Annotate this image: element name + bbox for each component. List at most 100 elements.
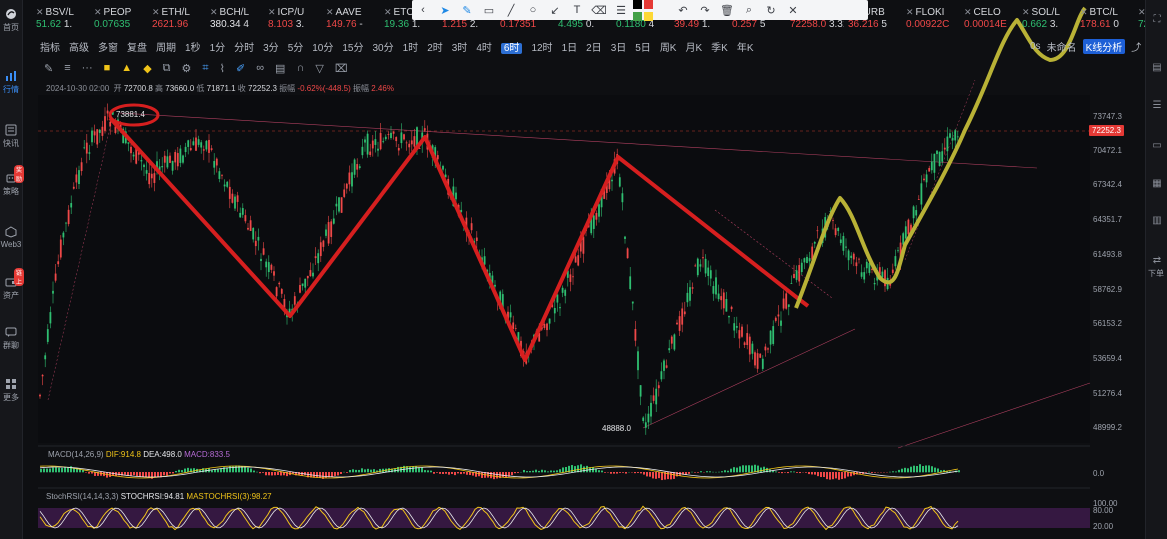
timeframe-option[interactable]: 5日: [635, 43, 651, 54]
filter-icon[interactable]: ▽: [315, 62, 323, 75]
ticker-item[interactable]: ✕ PEOP 0.07635: [94, 6, 148, 36]
search-icon[interactable]: ⌕: [738, 4, 760, 17]
crop-icon[interactable]: ⌗: [202, 62, 208, 75]
book-icon[interactable]: ▦: [1151, 178, 1163, 190]
timeframe-option[interactable]: 3时: [452, 43, 468, 54]
circle-icon[interactable]: ○: [522, 4, 544, 16]
sidebar-item-chat[interactable]: 群聊: [0, 326, 22, 351]
eraser-icon[interactable]: ⌫: [588, 4, 610, 17]
sidebar-item-news[interactable]: 快讯: [0, 124, 22, 149]
kline-analysis-button[interactable]: K线分析: [1082, 38, 1126, 54]
timeframe-option[interactable]: 年K: [737, 43, 754, 54]
ticker-item[interactable]: ✕ ETH/L 2621.96: [152, 6, 206, 36]
close-tab-icon[interactable]: ✕: [906, 7, 914, 17]
place-order-label[interactable]: 下单: [1148, 268, 1164, 279]
lines-icon[interactable]: ≡: [64, 62, 70, 74]
close-tab-icon[interactable]: ✕: [36, 7, 44, 17]
close-tab-icon[interactable]: ✕: [268, 7, 276, 17]
indicators-button[interactable]: 指标: [40, 39, 60, 54]
line-icon[interactable]: ╱: [500, 4, 522, 17]
expand-icon[interactable]: ⛶: [1151, 14, 1163, 26]
multi-window-button[interactable]: 多窗: [98, 39, 118, 54]
timeframe-option[interactable]: 10分: [312, 43, 333, 54]
timeframe-option[interactable]: 2日: [586, 43, 602, 54]
ticker-item[interactable]: ✕ BSV/L 51.62 1.: [36, 6, 90, 36]
close-tab-icon[interactable]: ✕: [1080, 7, 1088, 17]
timeframe-option[interactable]: 4时: [476, 43, 492, 54]
pen-icon[interactable]: ✎: [456, 4, 478, 17]
timeframe-option[interactable]: 3日: [611, 43, 627, 54]
arrow-icon[interactable]: ↙: [544, 4, 566, 17]
tool-chan-icon[interactable]: ■: [104, 62, 111, 74]
timeframe-option[interactable]: 1秒: [185, 43, 201, 54]
period-button[interactable]: 周期: [156, 39, 176, 54]
close-tab-icon[interactable]: ✕: [210, 7, 218, 17]
order-icon[interactable]: ⇄: [1151, 255, 1163, 267]
ticker-item[interactable]: ✕ FLOKI 0.00922C: [906, 6, 960, 36]
tool-da-icon[interactable]: ▲: [121, 62, 132, 74]
sidebar-item-more[interactable]: 更多: [0, 378, 22, 403]
timeframe-option[interactable]: 15分: [342, 43, 363, 54]
magnet-icon[interactable]: ∩: [296, 62, 304, 74]
refresh-icon[interactable]: ↻: [760, 4, 782, 17]
list-icon[interactable]: ☰: [1151, 100, 1163, 112]
clipboard-icon[interactable]: ▤: [275, 62, 285, 75]
menu-icon[interactable]: ☰: [610, 4, 632, 17]
timeframe-option[interactable]: 季K: [711, 43, 728, 54]
ticker-item[interactable]: ✕ AAVE 149.76 -: [326, 6, 380, 36]
tool-chou-icon[interactable]: ◆: [143, 62, 151, 75]
share-icon[interactable]: ⤴: [1131, 39, 1141, 54]
timeframe-option[interactable]: 周K: [660, 43, 677, 54]
close-tab-icon[interactable]: ✕: [94, 7, 102, 17]
timeframe-option[interactable]: 5分: [288, 43, 304, 54]
color-red[interactable]: [644, 0, 653, 9]
gear-icon[interactable]: ⚙: [182, 62, 192, 75]
sidebar-item-home[interactable]: 首页: [0, 8, 22, 33]
depth-icon[interactable]: ▥: [1151, 215, 1163, 227]
ticker-item[interactable]: ✕ CELO 0.00014E: [964, 6, 1018, 36]
color-black[interactable]: [633, 0, 642, 9]
close-tab-icon[interactable]: ✕: [384, 7, 392, 17]
cursor-icon[interactable]: ➤: [434, 4, 456, 17]
color-palette[interactable]: [632, 0, 672, 22]
timeframe-option[interactable]: 1日: [562, 43, 578, 54]
text-icon[interactable]: T: [566, 4, 588, 16]
more-icon[interactable]: ···: [82, 62, 93, 74]
ticker-item[interactable]: ✕ BTC/L 178.61 0: [1080, 6, 1134, 36]
unnamed-layout-label[interactable]: 未命名: [1047, 39, 1077, 54]
pencil-icon[interactable]: ✎: [44, 62, 53, 75]
ruler-icon[interactable]: ⌇: [220, 62, 225, 75]
timeframe-option[interactable]: 月K: [685, 43, 702, 54]
timeframe-option[interactable]: 6时: [500, 42, 523, 54]
close-tab-icon[interactable]: ✕: [326, 7, 334, 17]
redo-icon[interactable]: ↷: [694, 4, 716, 17]
back-icon[interactable]: ‹: [412, 4, 434, 16]
delete-icon[interactable]: 🗑: [716, 4, 738, 17]
sidebar-item-web3[interactable]: Web3: [0, 226, 22, 249]
timeframe-option[interactable]: 分时: [234, 43, 254, 54]
doc-icon[interactable]: ▤: [1151, 62, 1163, 74]
advanced-button[interactable]: 高级: [69, 39, 89, 54]
ticker-item[interactable]: ✕ SOL/L 0.662 3.: [1022, 6, 1076, 36]
sidebar-item-strategy[interactable]: 奖励 策略: [0, 165, 25, 197]
close-tab-icon[interactable]: ✕: [1022, 7, 1030, 17]
panel-icon[interactable]: ▭: [1151, 140, 1163, 152]
undo-icon[interactable]: ↶: [672, 4, 694, 17]
ticker-item[interactable]: ✕ BCH/L 380.34 4: [210, 6, 264, 36]
timeframe-option[interactable]: 12时: [531, 43, 552, 54]
color-yellow[interactable]: [644, 11, 653, 21]
timeframe-option[interactable]: 2时: [427, 43, 443, 54]
ticker-item[interactable]: ✕ ICP/U 8.103 3.: [268, 6, 322, 36]
copy-icon[interactable]: ⧉: [163, 62, 171, 75]
sidebar-item-market[interactable]: 行情: [0, 70, 22, 95]
close-tab-icon[interactable]: ✕: [152, 7, 160, 17]
timeframe-option[interactable]: 30分: [373, 43, 394, 54]
close-tab-icon[interactable]: ✕: [964, 7, 972, 17]
glasses-icon[interactable]: ∞: [256, 62, 264, 74]
color-green[interactable]: [633, 11, 642, 21]
timeframe-option[interactable]: 1时: [403, 43, 419, 54]
timeframe-option[interactable]: 3分: [263, 43, 279, 54]
trash-icon[interactable]: ⌧: [335, 62, 348, 75]
sidebar-item-assets[interactable]: 链上 资产: [0, 268, 25, 301]
close-icon[interactable]: ✕: [782, 4, 804, 17]
